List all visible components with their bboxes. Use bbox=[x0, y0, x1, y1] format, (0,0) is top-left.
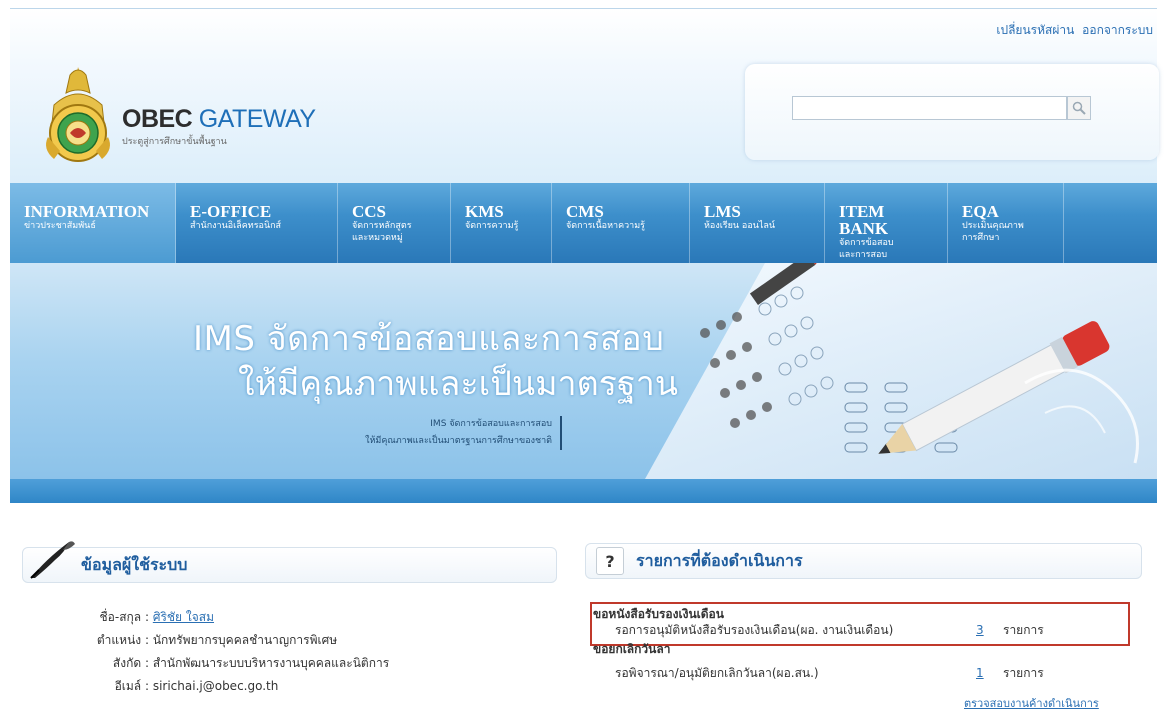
banner-caption: IMS จัดการข้อสอบและการสอบ ให้มีคุณภาพและ… bbox=[365, 416, 562, 450]
obec-seal-logo[interactable] bbox=[40, 65, 116, 165]
quill-pen-icon bbox=[30, 541, 75, 579]
top-links: เปลี่ยนรหัสผ่าน ออกจากระบบ bbox=[992, 21, 1153, 40]
search-input[interactable] bbox=[792, 96, 1067, 120]
main-nav: INFORMATION ข่าวประชาสัมพันธ์ E-OFFICE ส… bbox=[10, 183, 1157, 263]
nav-cms[interactable]: CMS จัดการเนื้อหาความรู้ bbox=[552, 183, 690, 263]
nav-eqa[interactable]: EQA ประเมินคุณภาพ การศึกษา bbox=[948, 183, 1064, 263]
change-password-link[interactable]: เปลี่ยนรหัสผ่าน bbox=[996, 23, 1074, 37]
search-icon bbox=[1072, 101, 1086, 115]
help-icon: ? bbox=[596, 547, 624, 575]
nav-e-office[interactable]: E-OFFICE สำนักงานอิเล็คทรอนิกส์ bbox=[176, 183, 338, 263]
banner-headline-2: ให้มีคุณภาพและเป็นมาตรฐาน bbox=[238, 364, 679, 404]
check-pending-tasks-link[interactable]: ตรวจสอบงานค้างดำเนินการ bbox=[964, 694, 1099, 712]
search-box bbox=[745, 64, 1159, 160]
logo-subtitle: ประตูสู่การศึกษาขั้นพื้นฐาน bbox=[122, 137, 227, 147]
nav-information[interactable]: INFORMATION ข่าวประชาสัมพันธ์ bbox=[10, 183, 176, 263]
user-department-row: สังกัด : สำนักพัฒนาระบบบริหารงานบุคคลและ… bbox=[112, 656, 390, 670]
user-email-row: อีเมล์ : sirichai.j@obec.go.th bbox=[114, 679, 279, 693]
task-group-title: ขอยกเลิกวันลา bbox=[593, 642, 671, 656]
answer-sheet-pencil-image bbox=[645, 263, 1157, 479]
user-info: ชื่อ-สกุล : ศิริชัย ใจสม ตำแหน่ง : นักทร… bbox=[35, 606, 389, 698]
banner-bottom-strip bbox=[10, 479, 1157, 503]
logo-text: OBEC GATEWAY ประตูสู่การศึกษาขั้นพื้นฐาน bbox=[122, 105, 316, 148]
task-count-link[interactable]: 3 bbox=[976, 622, 1003, 638]
task-row: รอการอนุมัติหนังสือรับรองเงินเดือน(ผอ. ง… bbox=[615, 622, 1044, 638]
task-count-link[interactable]: 1 bbox=[976, 665, 1003, 681]
logout-link[interactable]: ออกจากระบบ bbox=[1082, 23, 1153, 37]
user-panel-title: ข้อมูลผู้ใช้ระบบ bbox=[81, 556, 188, 574]
task-group-cancel-leave: ขอยกเลิกวันลา รอพิจารณา/อนุมัติยกเลิกวัน… bbox=[593, 641, 1141, 681]
tasks-panel-title: รายการที่ต้องดำเนินการ bbox=[636, 552, 803, 570]
user-position-row: ตำแหน่ง : นักทรัพยากรบุคคลชำนาญการพิเศษ bbox=[96, 633, 338, 647]
task-group-title: ขอหนังสือรับรองเงินเดือน bbox=[593, 607, 724, 621]
user-name-row: ชื่อ-สกุล : ศิริชัย ใจสม bbox=[99, 610, 215, 624]
user-name-link[interactable]: ศิริชัย ใจสม bbox=[153, 610, 214, 624]
header: เปลี่ยนรหัสผ่าน ออกจากระบบ OBEC GATEWAY … bbox=[10, 8, 1159, 183]
nav-kms[interactable]: KMS จัดการความรู้ bbox=[451, 183, 552, 263]
search-button[interactable] bbox=[1067, 96, 1091, 120]
task-group-salary-cert: ขอหนังสือรับรองเงินเดือน รอการอนุมัติหนั… bbox=[593, 606, 1141, 638]
nav-lms[interactable]: LMS ห้องเรียน ออนไลน์ bbox=[690, 183, 825, 263]
banner: IMS จัดการข้อสอบและการสอบ ให้มีคุณภาพและ… bbox=[10, 263, 1157, 503]
logo-title: OBEC GATEWAY bbox=[122, 105, 316, 133]
task-row: รอพิจารณา/อนุมัติยกเลิกวันลา(ผอ.สน.) 1 ร… bbox=[615, 665, 1044, 681]
nav-item-bank[interactable]: ITEM BANK จัดการข้อสอบ และการสอบ bbox=[825, 183, 948, 263]
user-panel-header: ข้อมูลผู้ใช้ระบบ bbox=[22, 541, 557, 583]
nav-ccs[interactable]: CCS จัดการหลักสูตร และหมวดหมู่ bbox=[338, 183, 451, 263]
task-list: ขอหนังสือรับรองเงินเดือน รอการอนุมัติหนั… bbox=[593, 606, 1141, 684]
tasks-panel-header: ? รายการที่ต้องดำเนินการ bbox=[585, 543, 1142, 579]
